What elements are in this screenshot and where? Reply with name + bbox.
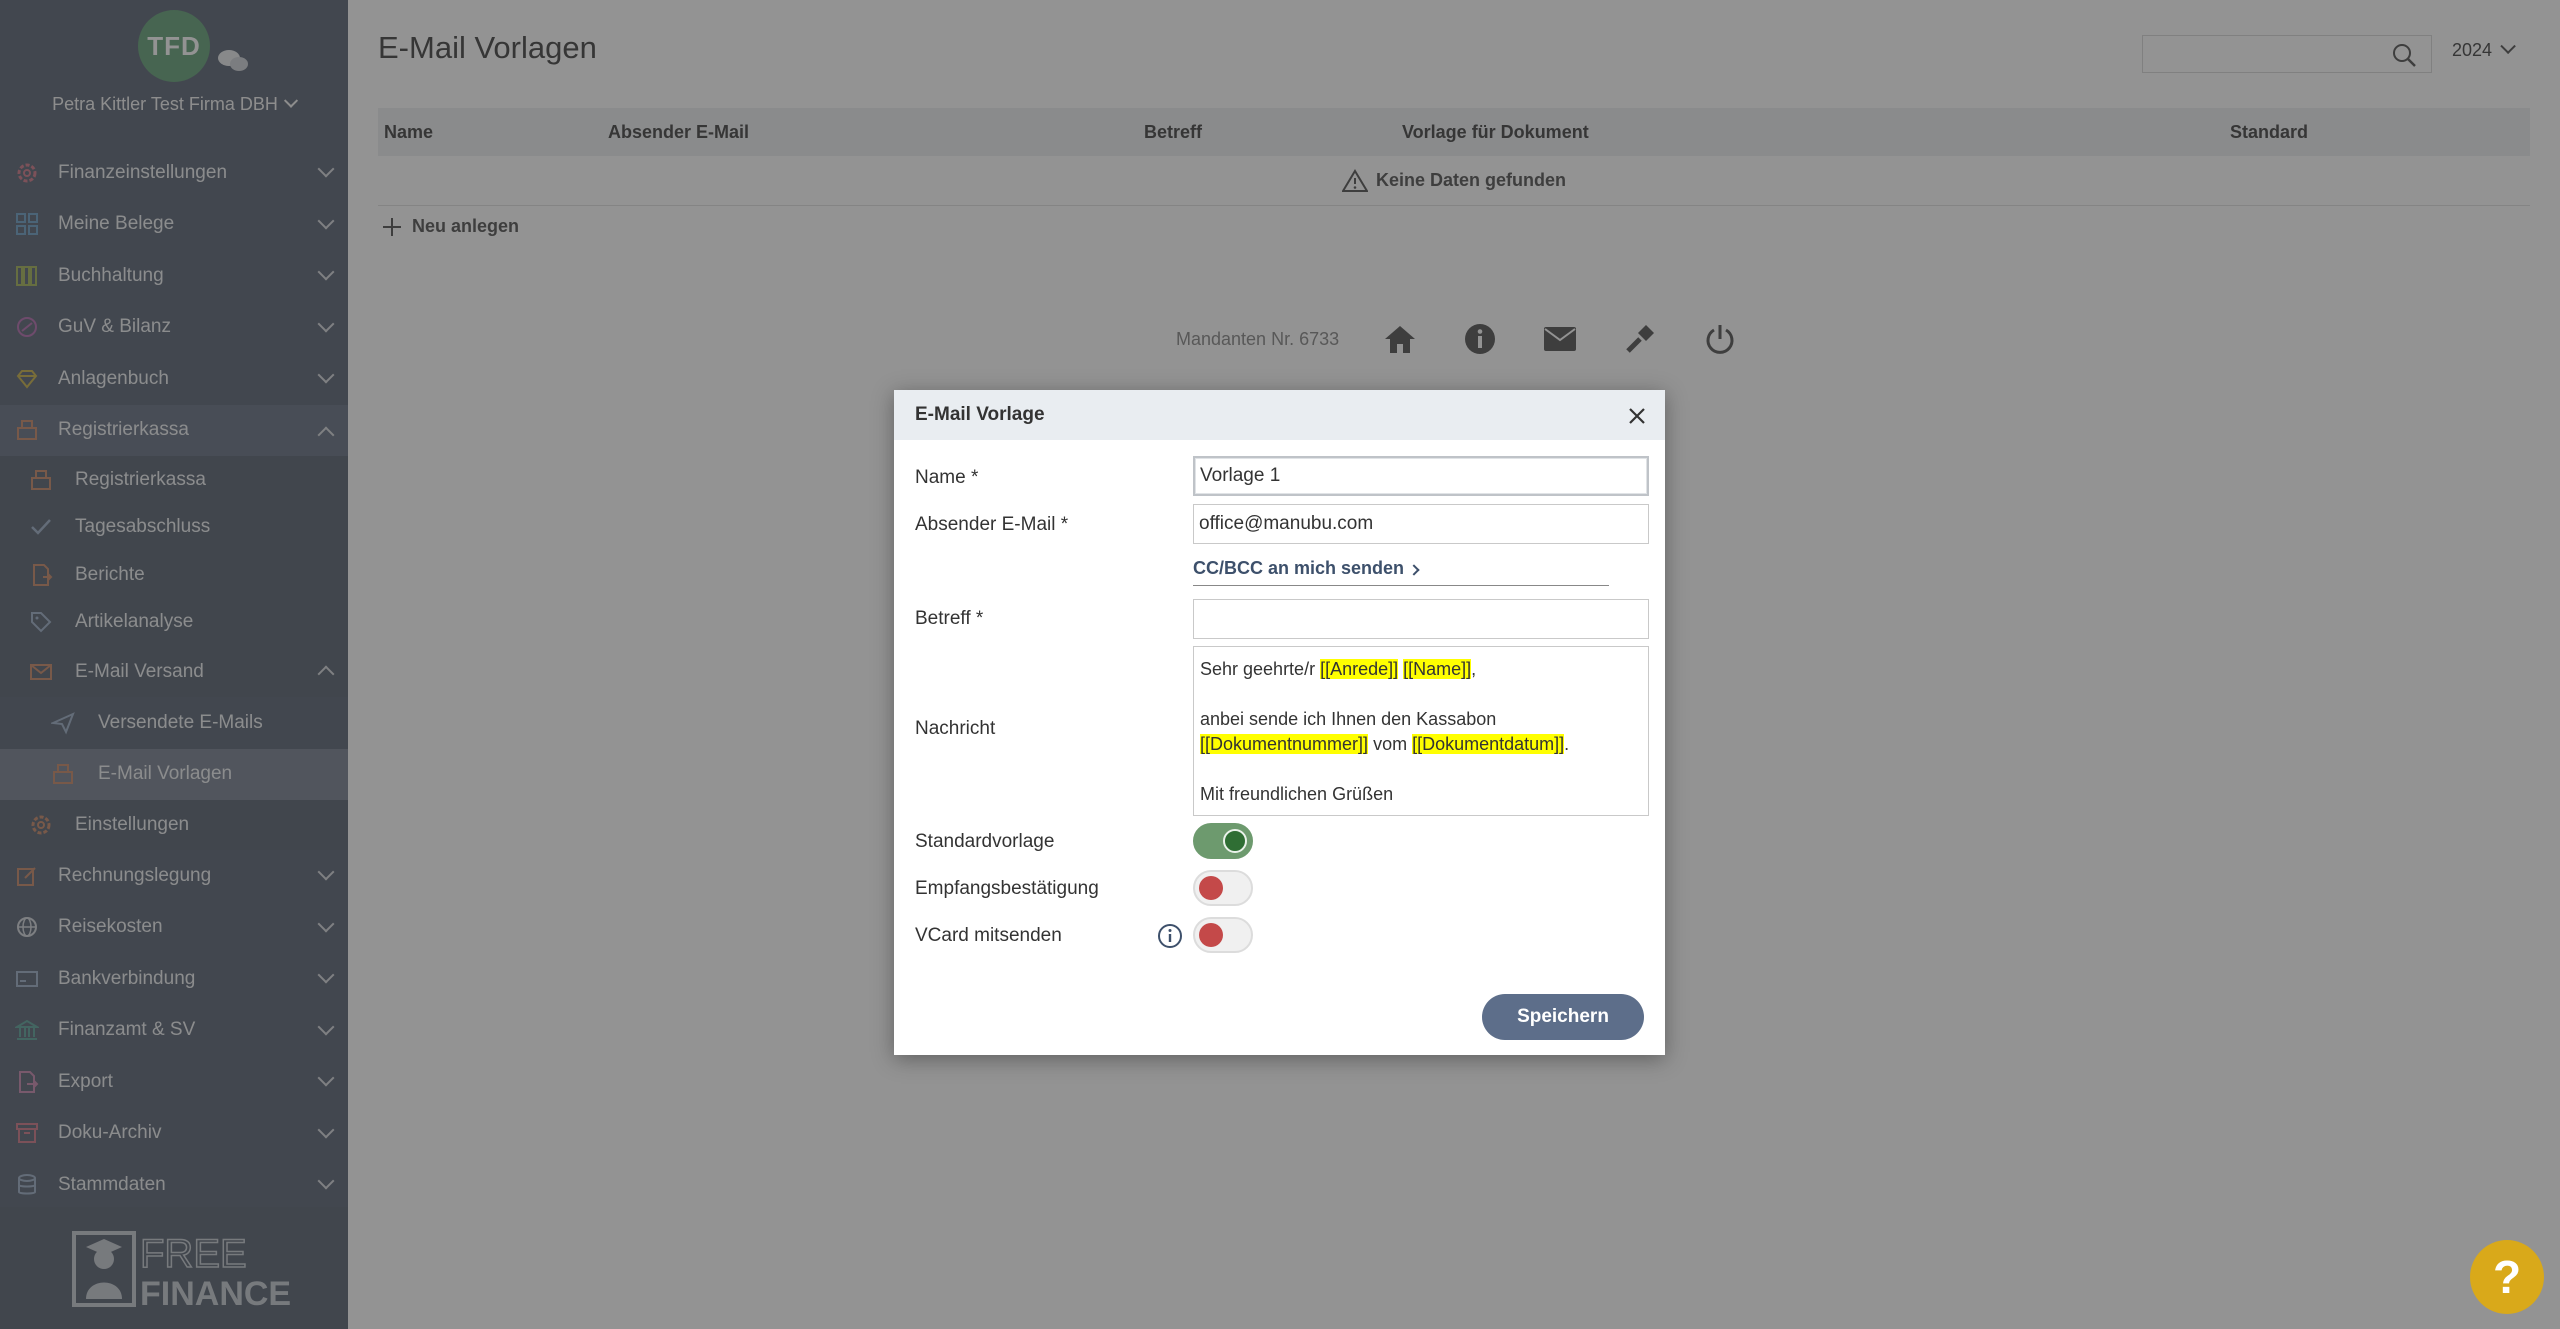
standard-template-label: Standardvorlage (915, 831, 1055, 852)
message-line: anbei sende ich Ihnen den Kassabon (1200, 709, 1497, 729)
name-field[interactable] (1193, 456, 1649, 496)
subject-field[interactable] (1193, 599, 1649, 639)
help-button[interactable]: ? (2470, 1240, 2544, 1314)
dialog-title: E-Mail Vorlage (915, 404, 1045, 425)
sender-email-field[interactable] (1193, 504, 1649, 544)
placeholder-dokumentdatum: [[Dokumentdatum]] (1412, 734, 1565, 754)
vcard-toggle[interactable] (1193, 917, 1253, 953)
toggle-knob (1223, 829, 1247, 853)
close-icon[interactable] (1625, 404, 1649, 428)
email-template-dialog: E-Mail Vorlage Name * Absender E-Mail * … (894, 390, 1665, 1055)
name-label: Name * (915, 467, 979, 488)
message-editor[interactable]: Sehr geehrte/r [[Anrede]] [[Name]], anbe… (1193, 646, 1649, 816)
message-line: Mit freundlichen Grüßen (1200, 784, 1394, 804)
cc-bcc-toggle-link[interactable]: CC/BCC an mich senden (1193, 558, 1609, 586)
vcard-label: VCard mitsenden (915, 925, 1062, 946)
message-text: . (1564, 734, 1570, 754)
placeholder-dokumentnummer: [[Dokumentnummer]] (1200, 734, 1369, 754)
placeholder-anrede: [[Anrede]] (1320, 659, 1399, 679)
info-icon[interactable] (1157, 923, 1183, 949)
read-receipt-toggle[interactable] (1193, 870, 1253, 906)
toggle-knob (1199, 923, 1223, 947)
message-text: Sehr geehrte/r (1200, 659, 1321, 679)
standard-template-toggle[interactable] (1193, 823, 1253, 859)
save-button[interactable]: Speichern (1482, 994, 1644, 1040)
sender-email-label: Absender E-Mail * (915, 514, 1069, 535)
cc-bcc-label: CC/BCC an mich senden (1193, 558, 1405, 578)
chevron-right-icon (1408, 564, 1420, 576)
placeholder-name: [[Name]] (1403, 659, 1472, 679)
toggle-knob (1199, 876, 1223, 900)
message-text: vom (1368, 734, 1413, 754)
read-receipt-label: Empfangsbestätigung (915, 878, 1099, 899)
dialog-header: E-Mail Vorlage (894, 390, 1665, 440)
subject-label: Betreff * (915, 608, 984, 629)
message-label: Nachricht (915, 718, 996, 739)
message-text: , (1471, 659, 1477, 679)
message-line: Sehr geehrte/r [[Anrede]] [[Name]], (1200, 657, 1642, 682)
message-line: [[Dokumentnummer]] vom [[Dokumentdatum]]… (1200, 732, 1642, 757)
